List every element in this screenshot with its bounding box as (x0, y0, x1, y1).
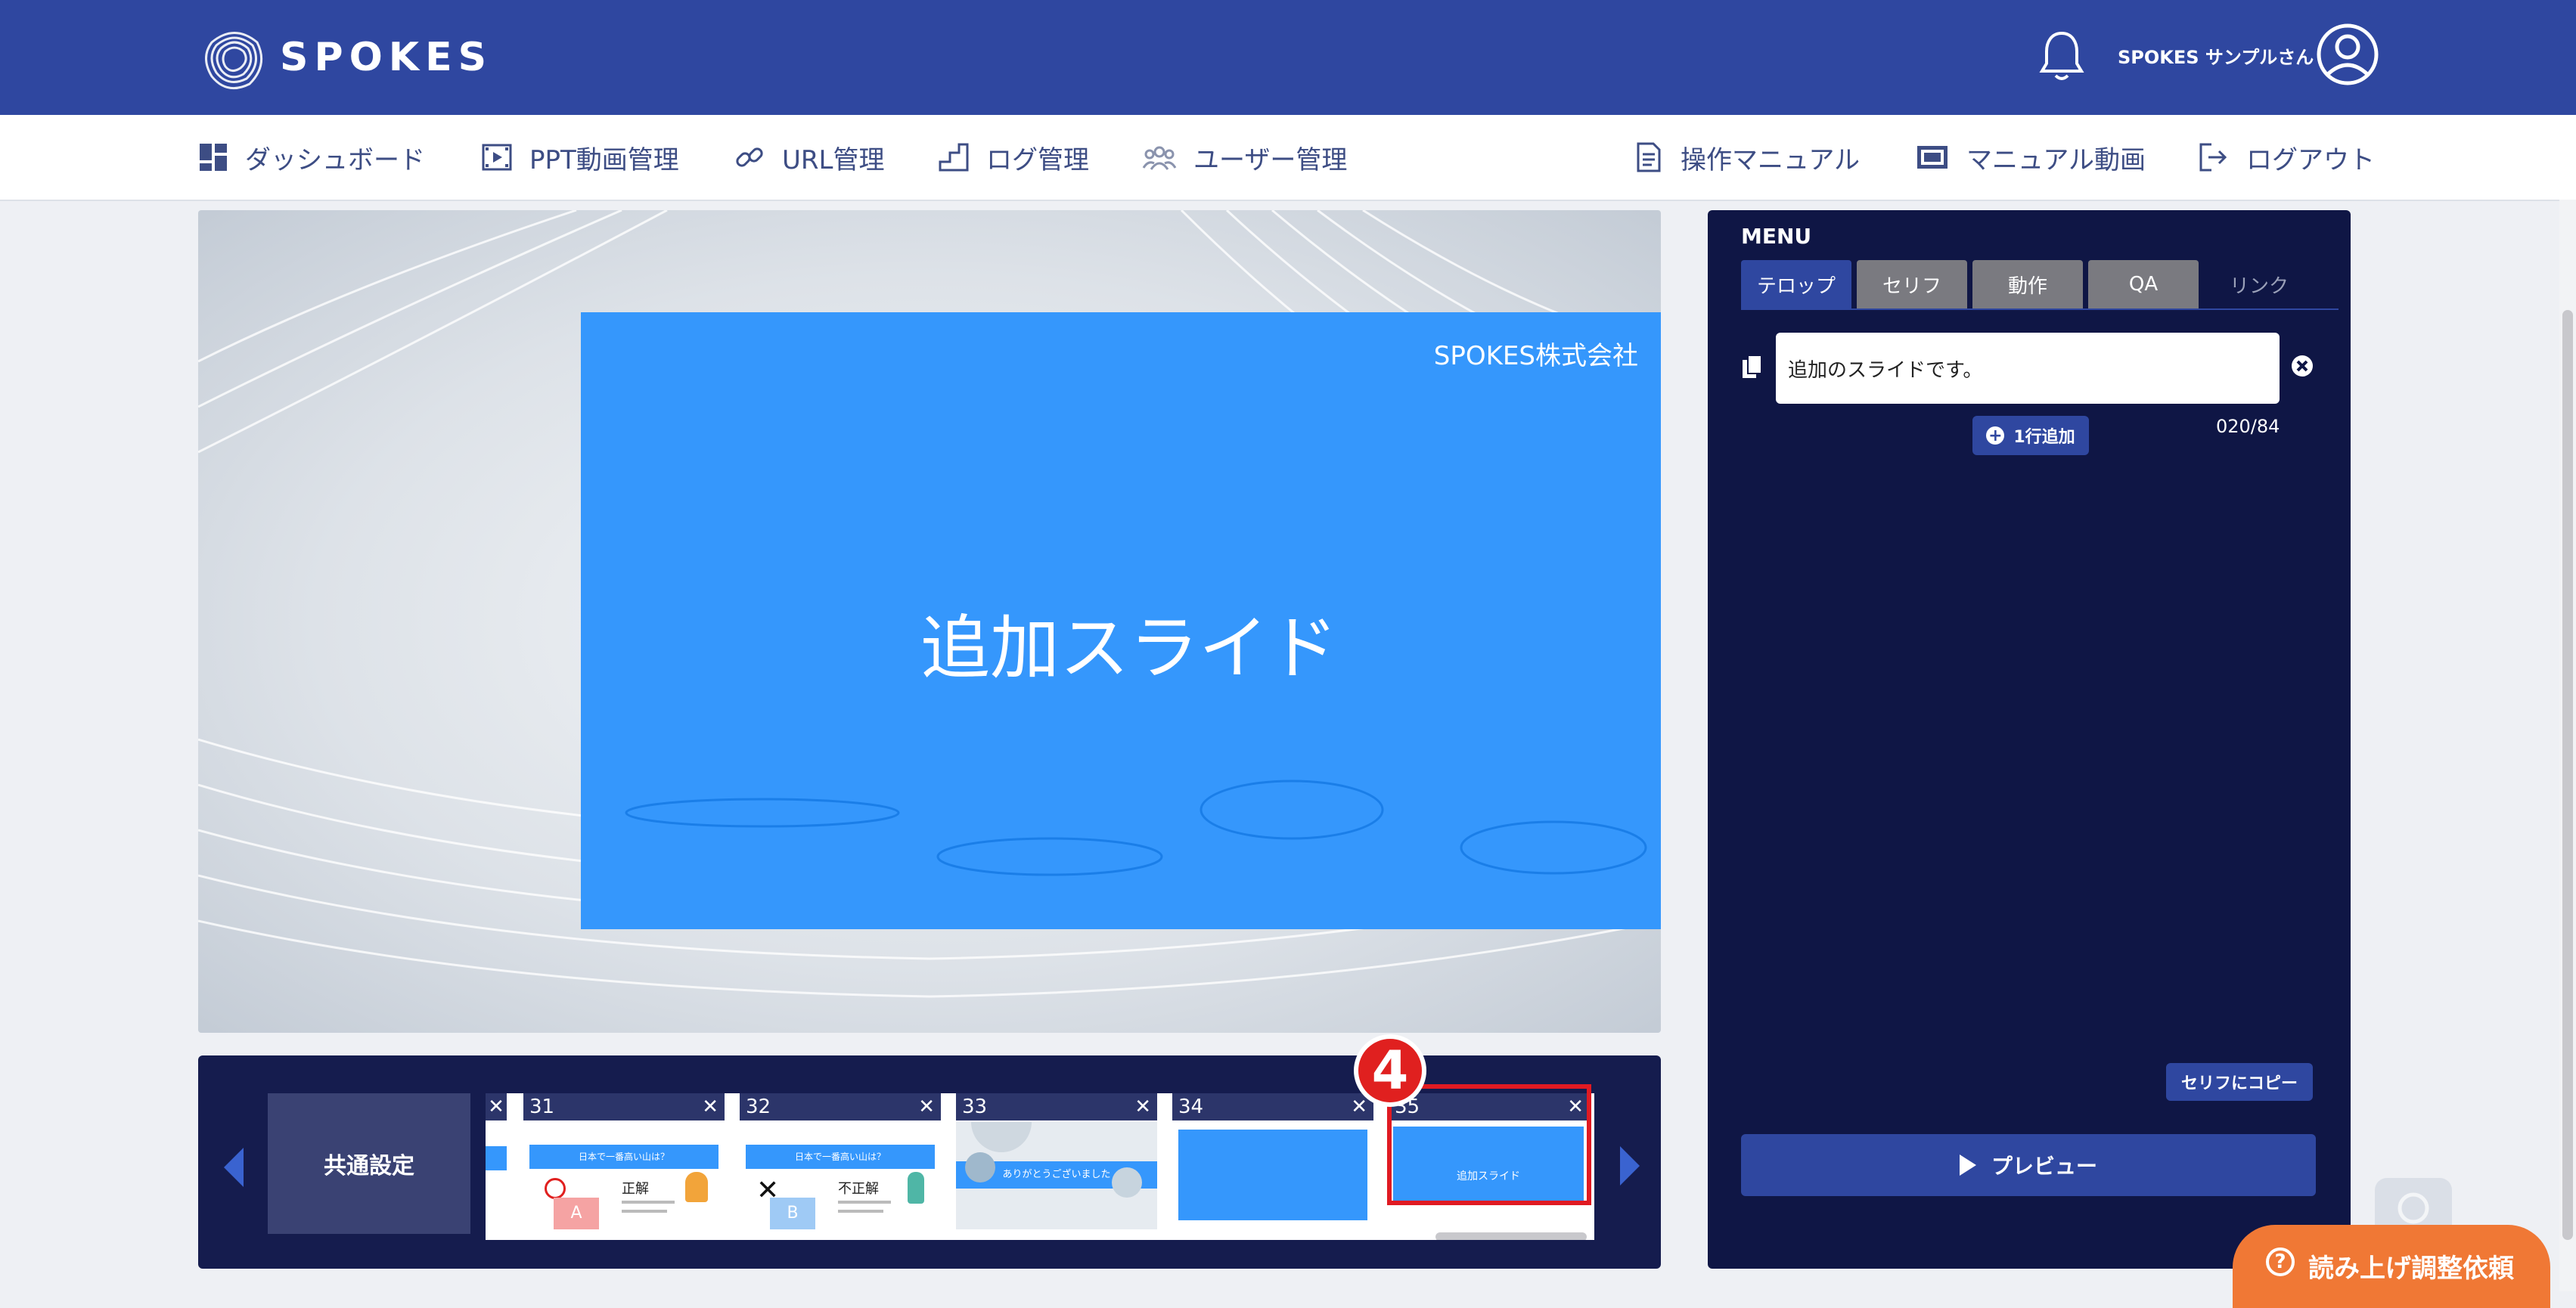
close-icon[interactable]: ✕ (918, 1096, 935, 1118)
video-icon (1917, 146, 1948, 169)
nav-log[interactable]: ログ管理 (938, 136, 1089, 178)
spokes-logo-icon (205, 32, 263, 90)
help-label: 読み上げ調整依頼 (2308, 1254, 2514, 1284)
tabs-divider (1741, 308, 2339, 310)
thumbnail-33[interactable]: 33 ✕ ありがとうございました (956, 1093, 1157, 1229)
thumbnail-header: 31 ✕ (523, 1093, 725, 1120)
copy-to-serif-button[interactable]: セリフにコピー (2166, 1063, 2313, 1101)
top-bar: SPOKES SPOKES サンプルさん (0, 0, 2576, 115)
nav-logout[interactable]: ログアウト (2198, 136, 2375, 178)
question-icon: ? (2266, 1248, 2295, 1276)
nav-manual[interactable]: 操作マニュアル (1634, 136, 1860, 178)
document-icon (1637, 142, 1661, 172)
thumbnail-caption: 日本で一番高い山は？ (529, 1145, 718, 1169)
nav-label: ログ管理 (986, 144, 1089, 175)
nav-label: 操作マニュアル (1681, 144, 1860, 175)
add-line-label: 1行追加 (2013, 428, 2075, 447)
strip-next-arrow-icon[interactable] (1617, 1145, 1643, 1190)
nav-label: ダッシュボード (245, 144, 425, 175)
nav-dashboard[interactable]: ダッシュボード (198, 136, 425, 178)
thumbnail-number: 34 (1178, 1096, 1204, 1118)
user-name[interactable]: SPOKES サンプルさん (2118, 42, 2314, 69)
bell-icon[interactable] (2038, 29, 2086, 86)
current-slide[interactable]: SPOKES株式会社 追加スライド (581, 312, 1661, 929)
common-settings-button[interactable]: 共通設定 (268, 1093, 470, 1234)
person-illustration-icon (908, 1172, 924, 1204)
nav-label: ログアウト (2246, 144, 2375, 175)
thumbnail-header: 33 ✕ (956, 1093, 1157, 1120)
user-avatar-icon[interactable] (2316, 23, 2379, 89)
users-icon (1142, 146, 1177, 170)
link-icon (736, 147, 763, 167)
tab-qa[interactable]: QA (2088, 260, 2199, 308)
person-illustration-icon (685, 1172, 708, 1202)
logout-icon (2199, 143, 2227, 172)
step-number-badge: 4 (1354, 1034, 1426, 1107)
main-nav: ダッシュボード PPT動画管理 URL管理 ログ管理 ユーザー管理 操作マニュア… (0, 115, 2576, 201)
preview-label: プレビュー (1991, 1154, 2097, 1179)
telop-input[interactable] (1776, 333, 2280, 404)
circle-mark-icon (545, 1178, 566, 1199)
reading-adjustment-request-button[interactable]: ? 読み上げ調整依頼 (2233, 1225, 2550, 1308)
nav-ppt-video[interactable]: PPT動画管理 (481, 136, 679, 178)
thumbnail-34[interactable]: 34 ✕ (1172, 1093, 1373, 1229)
logo[interactable]: SPOKES (197, 20, 492, 95)
thumbnail-header: 32 ✕ (740, 1093, 941, 1120)
tab-action[interactable]: 動作 (1972, 260, 2083, 308)
thumbnail-scrollbar[interactable] (486, 1229, 1594, 1240)
copy-icon[interactable] (1741, 354, 1764, 383)
nav-label: マニュアル動画 (1966, 144, 2146, 175)
menu-label: MENU (1741, 224, 1812, 249)
thumbnail-caption: 日本で一番高い山は？ (746, 1145, 935, 1169)
thumbnail-preview (1172, 1122, 1373, 1229)
close-icon[interactable]: ✕ (702, 1096, 718, 1118)
film-icon (482, 144, 512, 171)
stairs-icon (939, 143, 969, 172)
page-scrollbar-thumb[interactable] (2562, 310, 2573, 1240)
thumbnail-preview: 日本で一番高い山は？ A 正解 (523, 1122, 725, 1229)
thumbnail-number: 33 (962, 1096, 988, 1118)
thumbnail-answer: 不正解 (838, 1181, 879, 1197)
close-icon[interactable]: ✕ (1134, 1096, 1151, 1118)
thumbnail-scrollbar-thumb[interactable] (1435, 1232, 1587, 1240)
thumbnail-number: 31 (529, 1096, 555, 1118)
menu-panel: MENU テロップ セリフ 動作 QA リンク + 1行追加 020/84 セリ… (1708, 210, 2351, 1269)
slide-stage: SPOKES株式会社 追加スライド (198, 210, 1661, 1033)
tab-serif[interactable]: セリフ (1857, 260, 1967, 308)
nav-manual-video[interactable]: マニュアル動画 (1915, 136, 2146, 178)
logo-text: SPOKES (280, 35, 493, 80)
thumbnail-preview: 日本で一番高い山は？ B ✕ 不正解 (740, 1122, 941, 1229)
tab-link[interactable]: リンク (2204, 260, 2314, 308)
nav-label: ユーザー管理 (1193, 144, 1348, 175)
nav-label: URL管理 (782, 144, 885, 175)
thumbnail-partial[interactable]: ✕ (486, 1093, 507, 1229)
slide-decoration (625, 780, 1647, 876)
preview-button[interactable]: プレビュー (1741, 1134, 2316, 1196)
selected-thumbnail-highlight (1387, 1084, 1591, 1205)
cross-mark-icon: ✕ (756, 1175, 780, 1206)
menu-tabs: テロップ セリフ 動作 QA リンク (1741, 260, 2320, 308)
clear-icon[interactable] (2290, 354, 2314, 381)
play-icon (1959, 1155, 1976, 1176)
thumbnail-option: A (554, 1198, 599, 1229)
thumbnail-32[interactable]: 32 ✕ 日本で一番高い山は？ B ✕ 不正解 (740, 1093, 941, 1229)
char-counter: 020/84 (2216, 416, 2280, 437)
tab-telop[interactable]: テロップ (1741, 260, 1851, 308)
thumbnail-answer: 正解 (622, 1181, 649, 1197)
dashboard-icon (200, 144, 227, 171)
nav-url[interactable]: URL管理 (734, 136, 884, 178)
strip-prev-arrow-icon[interactable] (221, 1146, 247, 1192)
nav-users[interactable]: ユーザー管理 (1142, 136, 1347, 178)
close-icon[interactable]: ✕ (1351, 1096, 1367, 1118)
thumbnail-31[interactable]: 31 ✕ 日本で一番高い山は？ A 正解 (523, 1093, 725, 1229)
add-line-button[interactable]: + 1行追加 (1972, 416, 2089, 455)
thumbnail-header: 34 ✕ (1172, 1093, 1373, 1120)
nav-label: PPT動画管理 (529, 144, 679, 175)
plus-icon: + (1986, 426, 2005, 445)
thumbnail-preview: ありがとうございました (956, 1122, 1157, 1229)
thumbnail-number: 32 (746, 1096, 771, 1118)
